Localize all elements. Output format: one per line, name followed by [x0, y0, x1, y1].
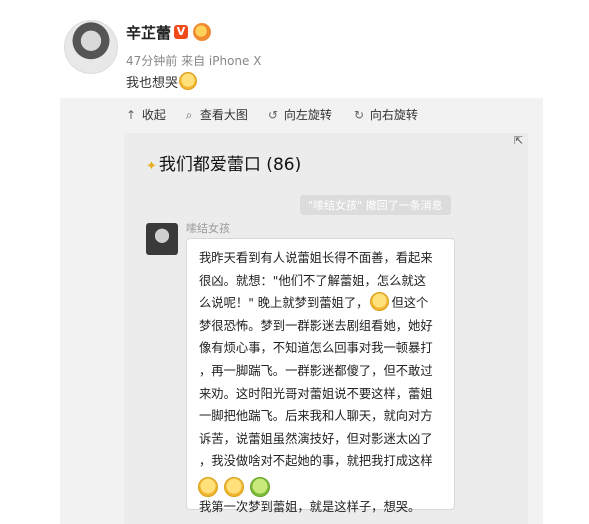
rotate-right-label: 向右旋转	[369, 108, 418, 122]
grin-emoji-icon	[370, 292, 390, 312]
message-line: 诉苦，说蕾姐虽然演技好，但对影迷太凶了	[199, 431, 433, 446]
view-large-button[interactable]: ⌕ 查看大图	[182, 106, 248, 123]
expand-icon[interactable]: ⇱	[514, 134, 523, 147]
message-line: 像有烦心事，不知道怎么回事对我一顿暴打	[199, 341, 433, 356]
collapse-button[interactable]: ↑ 收起	[124, 106, 166, 123]
post-meta: 47分钟前 来自 iPhone X	[126, 54, 262, 68]
sender-name: 嗦结女孩	[186, 222, 230, 235]
collapse-label: 收起	[141, 108, 166, 122]
emoji-row	[198, 477, 276, 501]
message-line: 一脚把他踹飞。后来我和人聊天，就向对方	[199, 409, 433, 424]
message-line: 来劝。这时阳光哥对蕾姐说不要这样，蕾姐	[199, 386, 433, 401]
rotate-left-label: 向左旋转	[283, 108, 332, 122]
post-text-content: 我也想哭	[126, 76, 179, 91]
rotate-right-button[interactable]: ↻ 向右旋转	[352, 106, 418, 123]
sender-avatar	[146, 223, 178, 255]
message-bubble: 我昨天看到有人说蕾姐长得不面善，看起来 很凶。就想："他们不了解蕾姐，怎么就这 …	[186, 238, 455, 514]
message-line: 我昨天看到有人说蕾姐长得不面善，看起来	[199, 251, 433, 265]
message-line: 梦很恐怖。梦到一群影迷去剧组看她，她好	[199, 318, 433, 333]
message-line: ，再一脚踹飞。一群影迷都傻了，但不敢过	[199, 363, 433, 378]
message-line: 么说呢！" 晚上就梦到蕾姐了， 但这个	[199, 292, 449, 315]
crying-emoji-icon	[179, 72, 198, 90]
image-toolbar: ↑ 收起 ⌕ 查看大图 ↺ 向左旋转 ↻ 向右旋转	[60, 98, 543, 130]
user-name[interactable]: 辛芷蕾	[126, 22, 171, 43]
image-panel: ↑ 收起 ⌕ 查看大图 ↺ 向左旋转 ↻ 向右旋转 ⇱ ✦ 我们都爱蕾口 (86)…	[60, 98, 543, 524]
chat-screenshot-image[interactable]: ⇱ ✦ 我们都爱蕾口 (86) "嗦结女孩" 撤回了一条消息 嗦结女孩 我昨天看到…	[124, 133, 528, 524]
post-text: 我也想哭	[126, 72, 198, 91]
fan-badge-icon	[193, 23, 211, 41]
sad-emoji-icon	[224, 477, 244, 497]
message-line: ，我没做啥对不起她的事，就把我打成这样	[199, 454, 433, 469]
user-avatar[interactable]	[64, 20, 118, 74]
view-large-label: 查看大图	[199, 108, 248, 122]
message-line: 很凶。就想："他们不了解蕾姐，怎么就这	[199, 273, 427, 288]
message-line-part: 但这个	[391, 296, 429, 311]
chat-title-text: 我们都爱蕾口 (86)	[158, 155, 302, 175]
search-icon: ⌕	[185, 108, 193, 122]
arrow-up-icon: ↑	[125, 108, 137, 122]
message-line-part: 么说呢！" 晚上就梦到蕾姐了，	[199, 296, 369, 311]
chat-title: ✦ 我们都爱蕾口 (86)	[146, 150, 301, 175]
sparkle-icon: ✦	[146, 159, 157, 174]
rotate-left-button[interactable]: ↺ 向左旋转	[266, 106, 332, 123]
sad-emoji-icon	[198, 477, 218, 497]
rotate-right-icon: ↻	[353, 108, 365, 122]
verified-badge-icon: V	[174, 25, 188, 39]
system-message: "嗦结女孩" 撤回了一条消息	[300, 195, 451, 215]
rotate-left-icon: ↺	[267, 108, 279, 122]
vomit-emoji-icon	[250, 477, 270, 497]
